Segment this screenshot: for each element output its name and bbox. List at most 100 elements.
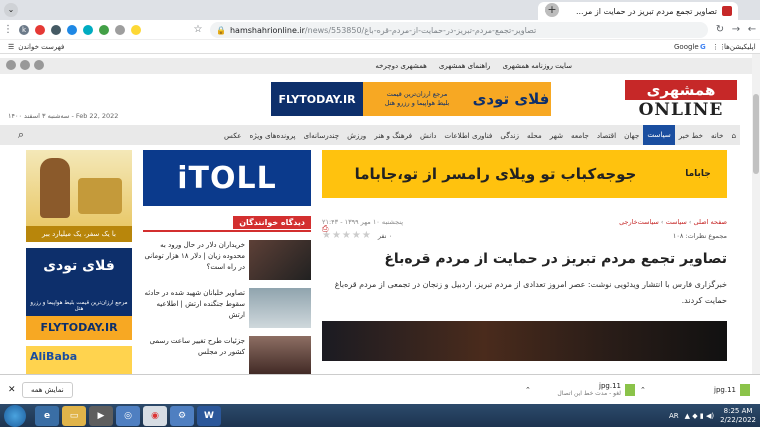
ie-icon[interactable]: e (35, 405, 59, 426)
clock[interactable]: 8:25 AM 2/22/2022 (720, 407, 756, 425)
ad-url: FLYTODAY.IR (40, 321, 118, 334)
nav-item[interactable]: دانش (416, 131, 440, 140)
reader-item[interactable]: خریداران دلار در حال ورود به محدوده زیان… (143, 240, 311, 280)
breadcrumb-item[interactable]: صفحه اصلی (694, 218, 727, 226)
social-icon[interactable] (20, 60, 30, 70)
ad-line: مرجع ارزان‌ترین قیمت (386, 90, 448, 98)
extension-icon[interactable] (67, 24, 77, 35)
nav-item[interactable]: زندگی (496, 131, 523, 140)
jabama-logo: جاباما (685, 169, 711, 179)
scrollbar-thumb[interactable] (753, 94, 759, 174)
star-icon[interactable]: ☆ (190, 22, 206, 38)
tray-icons[interactable]: ▲ ◆ ▮ ◀) (685, 412, 714, 420)
flytoday-side-ad[interactable]: فلای تودی مرجع ارزان‌ترین قیمت بلیط هواپ… (26, 248, 132, 340)
extension-icon[interactable] (99, 24, 109, 35)
word-icon[interactable]: W (197, 405, 221, 426)
browser-tab[interactable]: تصاویر تجمع مردم تبریز در حمایت از مر...… (538, 2, 738, 20)
nav-item[interactable]: خط خبر (675, 131, 707, 140)
article-photo (322, 321, 727, 361)
breadcrumb-item[interactable]: سیاست (666, 218, 687, 226)
language-indicator[interactable]: AR (669, 412, 679, 420)
extension-icon[interactable] (131, 24, 141, 35)
show-all-button[interactable]: نمایش همه (22, 381, 73, 398)
comment-count[interactable]: مجموع نظرات: ۱۰۸ (673, 232, 727, 240)
print-icon[interactable]: ⎙ (322, 224, 328, 234)
chevron-up-icon[interactable]: ⌃ (525, 386, 531, 394)
nav-item[interactable]: ورزش (343, 131, 370, 140)
ad-line: مرجع ارزان‌ترین قیمت بلیط هواپیما و رزرو… (26, 300, 132, 316)
social-icon[interactable] (6, 60, 16, 70)
social-icon[interactable] (34, 60, 44, 70)
breadcrumb: صفحه اصلی › سیاست › سیاست‌خارجی پنجشنبه … (322, 218, 727, 226)
top-link[interactable]: سایت روزنامه همشهری (502, 62, 572, 70)
breadcrumb-item[interactable]: سیاست‌خارجی (619, 218, 659, 226)
jabama-ad[interactable]: جاباما جوجه‌کباب تو ویلای رامسر از تو،جا… (322, 150, 727, 198)
article-lead: خبرگزاری فارس با انتشار ویدئویی نوشت: عص… (334, 280, 727, 305)
reader-item-text: تصاویر خلبانان شهید شده در حادثه سقوط جن… (144, 289, 245, 319)
top-link[interactable]: راهنمای همشهری (439, 62, 491, 70)
tab-search-icon[interactable]: ⌄ (4, 3, 18, 17)
media-icon[interactable]: ▶ (89, 405, 113, 426)
reader-item[interactable]: جزئیات طرح تغییر ساعت رسمی کشور در مجلس (143, 336, 311, 374)
reader-item-text: جزئیات طرح تغییر ساعت رسمی کشور در مجلس (149, 337, 245, 356)
extension-icon[interactable] (35, 24, 45, 35)
extension-icon[interactable] (115, 24, 125, 35)
folder-icon[interactable]: ▭ (62, 405, 86, 426)
top-links-strip: سایت روزنامه همشهری راهنمای همشهری همشهر… (0, 58, 752, 74)
nav-item[interactable]: اقتصاد (593, 131, 620, 140)
address-bar[interactable]: 🔒 hamshahrionline.ir /news/553850/تصاویر… (210, 22, 708, 38)
nav-item[interactable]: چندرسانه‌ای (300, 131, 344, 140)
reader-item[interactable]: تصاویر خلبانان شهید شده در حادثه سقوط جن… (143, 288, 311, 328)
extension-icon[interactable] (51, 24, 61, 35)
menu-icon[interactable]: ⋮ (0, 22, 16, 38)
new-tab-button[interactable]: + (545, 3, 559, 17)
lottery-ad[interactable]: با یک سفر، یک میلیارد ببر (26, 150, 132, 242)
reload-icon[interactable]: ↻ (712, 22, 728, 38)
nav-item[interactable]: محله (523, 131, 546, 140)
back-icon[interactable]: ← (744, 22, 760, 38)
flytoday-header-ad[interactable]: FLYTODAY.IR مرجع ارزان‌ترین قیمت بلیط هو… (271, 82, 551, 116)
home-icon[interactable]: ⌂ (727, 131, 740, 140)
app-icon[interactable]: ⚙ (170, 405, 194, 426)
nav-item[interactable]: فناوری اطلاعات (440, 131, 496, 140)
app-icon[interactable]: ◎ (116, 405, 140, 426)
search-icon[interactable]: ⌕ (14, 128, 28, 142)
chevron-up-icon[interactable]: ⌃ (640, 386, 646, 394)
url-path: /news/553850/تصاویر-تجمع-مردم-تبریز-در-ح… (304, 25, 537, 35)
download-item[interactable]: 11.jpg لغو - مدت خط این اتصال ⌃ (525, 379, 635, 401)
nav-item[interactable]: پرونده‌های ویژه (245, 131, 299, 140)
rating-count: ۰ نفر (377, 231, 393, 240)
start-button[interactable] (4, 404, 26, 427)
itoll-ad[interactable]: iTOLL (143, 150, 311, 206)
extension-icon[interactable] (83, 24, 93, 35)
file-icon (740, 383, 750, 396)
download-item[interactable]: 11.jpg ⌃ (640, 379, 750, 401)
nav-item[interactable]: جهان (620, 131, 643, 140)
download-name: 11.jpg (599, 382, 621, 390)
main-nav: ⌂ خانه خط خبر سیاست جهان اقتصاد جامعه شه… (0, 125, 740, 145)
forward-icon[interactable]: → (728, 22, 744, 38)
scrollbar[interactable] (752, 54, 760, 374)
top-link[interactable]: همشهری دوچرخه (375, 62, 427, 70)
reading-list-label[interactable]: فهرست خواندن (18, 43, 64, 51)
chrome-icon[interactable]: ◉ (143, 405, 167, 426)
article-title: تصاویر تجمع مردم تبریز در حمایت از مردم … (384, 251, 727, 267)
web-page: سایت روزنامه همشهری راهنمای همشهری همشهر… (0, 54, 752, 374)
nav-item-active[interactable]: سیاست (643, 125, 675, 145)
nav-item[interactable]: جامعه (567, 131, 593, 140)
reading-list-icon[interactable]: ☰ (8, 43, 14, 51)
news-thumbnail (249, 336, 311, 374)
google-bookmark[interactable]: Google (674, 43, 699, 51)
close-icon[interactable]: ✕ (8, 385, 16, 395)
apps-bookmark[interactable]: اپلیکیشن‌ها (724, 43, 756, 51)
nav-item[interactable]: فرهنگ و هنر (370, 131, 416, 140)
site-logo[interactable]: همشهری ONLINE (625, 80, 737, 120)
profile-avatar[interactable]: k (19, 24, 29, 35)
jabama-text: جوجه‌کباب تو ویلای رامسر از تو،جاباما (354, 165, 637, 183)
nav-item[interactable]: شهر (546, 131, 567, 140)
rating-stars[interactable]: ★★★★★ (322, 230, 372, 241)
nav-item[interactable]: عکس (220, 131, 245, 140)
nav-item[interactable]: خانه (707, 131, 728, 140)
alibaba-ad[interactable]: AliBaba (26, 346, 132, 374)
news-thumbnail (249, 288, 311, 328)
